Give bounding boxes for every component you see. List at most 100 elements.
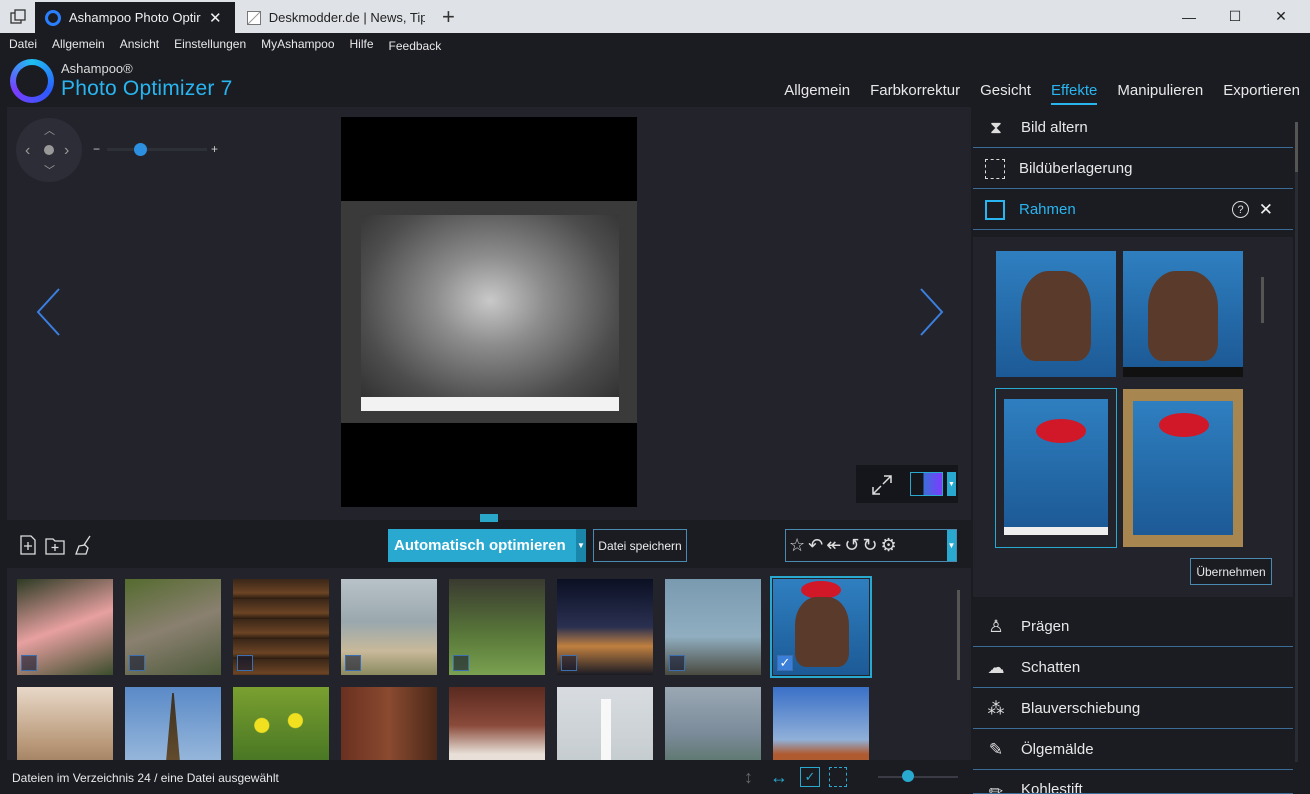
zoom-slider[interactable]: − + [93, 142, 223, 156]
tab-actions-icon[interactable] [0, 0, 35, 33]
gallery-thumb-lighthouse[interactable] [557, 687, 653, 760]
gallery-thumb-lake-coast[interactable] [665, 687, 761, 760]
effect-schatten[interactable]: ☁ Schatten [973, 648, 1293, 688]
thumb-checkbox[interactable] [669, 655, 685, 671]
thumb-checkbox[interactable] [129, 655, 145, 671]
gallery-thumb-old-man[interactable] [449, 687, 545, 760]
auto-optimize-dropdown-icon[interactable]: ▼ [576, 529, 586, 562]
tab-manipulieren[interactable]: Manipulieren [1117, 82, 1203, 105]
effect-blauverschiebung[interactable]: ⁂ Blauverschiebung [973, 689, 1293, 729]
compare-view-icon[interactable] [910, 472, 943, 496]
thumb-checkbox[interactable] [453, 655, 469, 671]
menu-einstellungen[interactable]: Einstellungen [174, 37, 246, 51]
thumb-checkbox[interactable]: ✓ [777, 655, 793, 671]
favorite-stars-icon[interactable]: ☆ [789, 535, 805, 556]
compare-dropdown-icon[interactable]: ▼ [947, 472, 956, 496]
menu-hilfe[interactable]: Hilfe [350, 37, 374, 51]
help-icon[interactable]: ? [1232, 201, 1249, 218]
gallery-thumb-barrels[interactable] [233, 579, 329, 675]
menu-feedback[interactable]: Feedback [389, 39, 442, 53]
menu-datei[interactable]: Datei [9, 37, 37, 51]
tab-close-icon[interactable]: ✕ [209, 9, 222, 27]
tab-effekte[interactable]: Effekte [1050, 82, 1098, 105]
auto-optimize-button[interactable]: Automatisch optimieren ▼ [388, 529, 586, 562]
zoom-out-icon[interactable]: − [93, 142, 100, 156]
select-all-icon[interactable]: ✓ [800, 767, 820, 787]
gallery-thumb-warehouse[interactable] [341, 687, 437, 760]
new-file-icon[interactable] [17, 534, 39, 556]
gallery-thumb-yellow-flowers[interactable] [233, 687, 329, 760]
pan-down-icon[interactable]: ﹀ [44, 162, 55, 178]
gallery-thumb-canyon[interactable] [773, 687, 869, 760]
effect-rahmen[interactable]: Rahmen ? ✕ [973, 190, 1293, 230]
previous-image-icon[interactable] [35, 287, 65, 337]
gallery-thumb-monkey[interactable] [125, 579, 221, 675]
gallery-thumb-spoonbill[interactable] [17, 579, 113, 675]
thumb-checkbox[interactable] [21, 655, 37, 671]
tools-dropdown-icon[interactable]: ▼ [947, 530, 956, 561]
undo-icon[interactable]: ↶ [808, 535, 823, 556]
thumb-checkbox[interactable] [345, 655, 361, 671]
pan-center-icon[interactable] [44, 145, 54, 155]
gallery-thumb-eiffel-tower[interactable] [125, 687, 221, 760]
new-folder-icon[interactable] [44, 534, 66, 556]
next-image-icon[interactable] [915, 287, 945, 337]
fullscreen-icon[interactable] [870, 473, 894, 497]
vertical-layout-icon[interactable]: ↕ [744, 767, 753, 788]
pan-joystick[interactable]: ︿ ‹ › ﹀ [16, 118, 82, 182]
tab-exportieren[interactable]: Exportieren [1223, 82, 1300, 105]
clear-broom-icon[interactable] [73, 534, 95, 556]
menu-allgemein[interactable]: Allgemein [52, 37, 105, 51]
thumbnail-size-track[interactable] [878, 776, 958, 778]
thumb-checkbox[interactable] [561, 655, 577, 671]
maximize-button[interactable]: ☐ [1212, 0, 1258, 33]
gallery-scrollbar[interactable] [957, 590, 960, 680]
cloud-icon: ☁ [987, 657, 1005, 677]
tab-ashampoo[interactable]: Ashampoo Photo Optir ✕ [35, 2, 235, 33]
rotate-right-icon[interactable]: ↻ [862, 535, 877, 556]
tab-gesicht[interactable]: Gesicht [980, 82, 1031, 105]
pan-left-icon[interactable]: ‹ [25, 142, 30, 160]
close-window-button[interactable]: ✕ [1258, 0, 1304, 33]
undo-all-icon[interactable]: ↞ [826, 535, 841, 556]
frame-preset-3[interactable] [995, 388, 1117, 548]
gallery-thumb-hoopoe[interactable] [449, 579, 545, 675]
apply-button[interactable]: Übernehmen [1190, 558, 1272, 585]
pan-up-icon[interactable]: ︿ [44, 122, 55, 138]
tab-farbkorrektur[interactable]: Farbkorrektur [870, 82, 960, 105]
gallery-thumb-woman-cigar[interactable]: ✓ [770, 576, 872, 678]
effect-kohlestift[interactable]: ✏ Kohlestift [973, 771, 1293, 794]
close-effect-icon[interactable]: ✕ [1259, 200, 1273, 220]
tab-allgemein[interactable]: Allgemein [784, 82, 850, 105]
thumb-checkbox[interactable] [237, 655, 253, 671]
frame-preset-4[interactable] [1123, 389, 1243, 547]
zoom-handle[interactable] [134, 143, 147, 156]
gallery-thumb-egret[interactable] [665, 579, 761, 675]
pan-right-icon[interactable]: › [64, 142, 69, 160]
frames-scrollbar[interactable] [1261, 277, 1264, 323]
new-tab-icon[interactable]: + [442, 4, 455, 30]
zoom-in-icon[interactable]: + [211, 142, 218, 156]
rotate-left-icon[interactable]: ↺ [844, 535, 859, 556]
gallery-thumb-beach-rock[interactable] [341, 579, 437, 675]
effect-bildueberlagerung[interactable]: Bildüberlagerung [973, 149, 1293, 189]
gallery-thumb-desert[interactable] [17, 687, 113, 760]
thumbnail-size-handle[interactable] [902, 770, 914, 782]
frame-preset-2[interactable] [1123, 251, 1243, 377]
effect-praegen[interactable]: ♙ Prägen [973, 607, 1293, 647]
effect-bild-altern[interactable]: ⧗ Bild altern [973, 108, 1293, 148]
menu-ansicht[interactable]: Ansicht [120, 37, 159, 51]
zoom-track[interactable] [107, 148, 207, 151]
frame-preset-1[interactable] [996, 251, 1116, 377]
save-file-button[interactable]: Datei speichern [593, 529, 687, 562]
panel-scrollbar[interactable] [1295, 122, 1298, 762]
effect-oelgemaelde[interactable]: ✎ Ölgemälde [973, 730, 1293, 770]
tab-deskmodder[interactable]: Deskmodder.de | News, Tip [237, 2, 435, 33]
minimize-button[interactable]: — [1166, 0, 1212, 33]
deselect-all-icon[interactable] [829, 767, 847, 787]
horizontal-layout-icon[interactable]: ↔ [770, 767, 788, 788]
gallery-thumb-city-night[interactable] [557, 579, 653, 675]
collapse-gallery-icon[interactable] [480, 514, 498, 522]
settings-gear-icon[interactable]: ⚙ [881, 535, 897, 556]
menu-myashampoo[interactable]: MyAshampoo [261, 37, 334, 51]
